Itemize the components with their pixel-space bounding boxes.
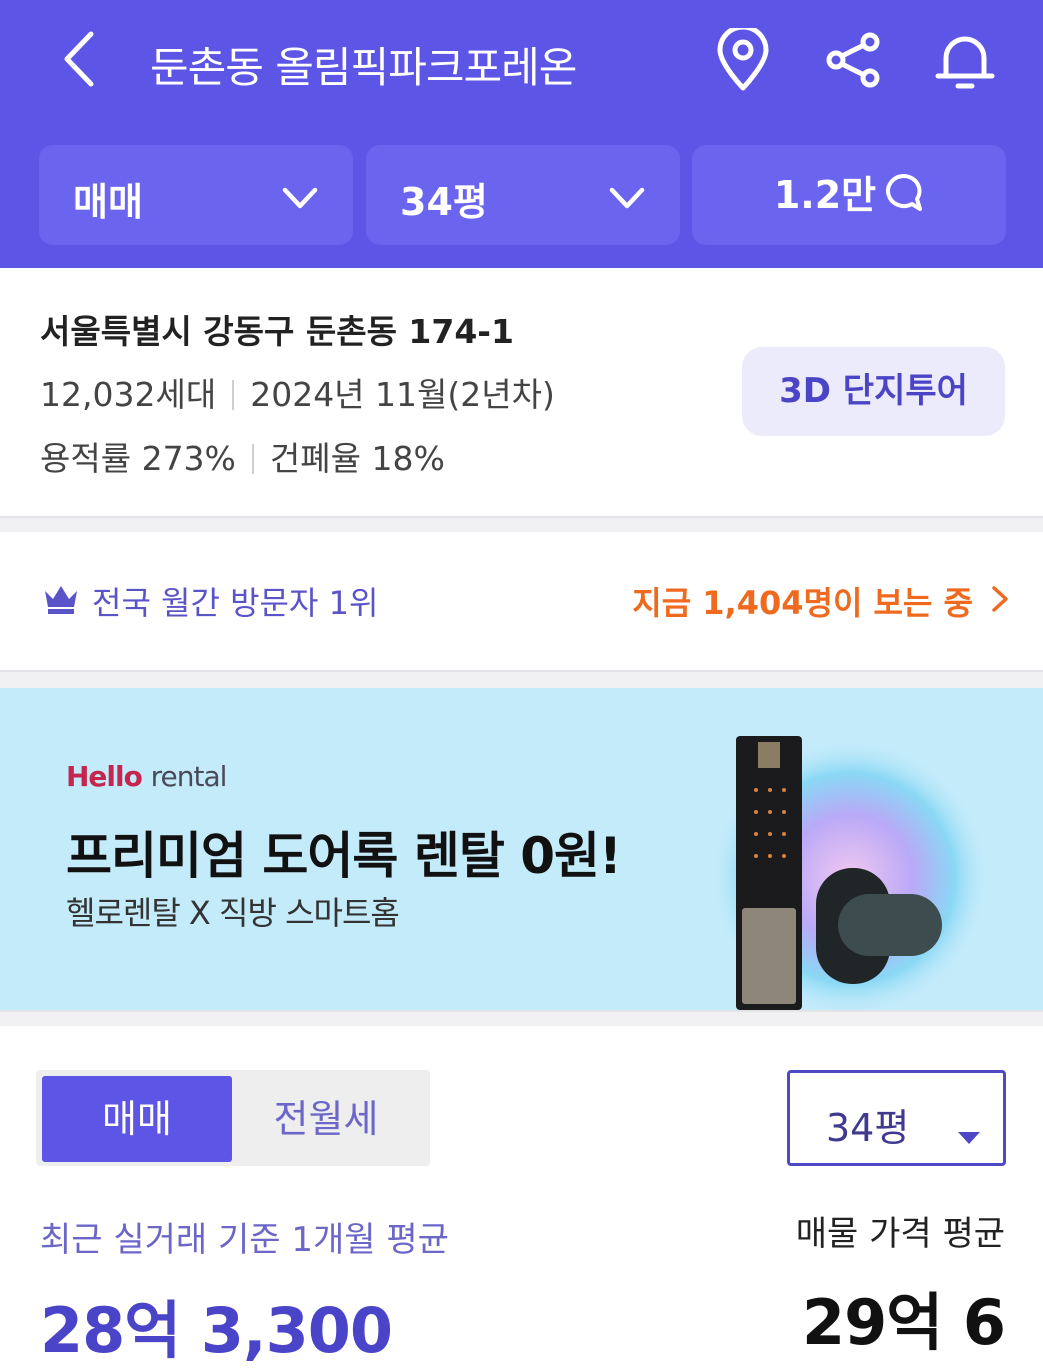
banner-headline: 프리미엄 도어록 렌탈 0원!	[66, 827, 622, 885]
comments-button[interactable]: 1.2만	[692, 145, 1006, 245]
size-dropdown[interactable]: 34평	[366, 145, 680, 245]
ad-banner[interactable]: Hello rental 프리미엄 도어록 렌탈 0원! 헬로렌탈 X 직방 스…	[0, 688, 1043, 1010]
building-coverage: 건폐율 18%	[269, 439, 445, 478]
household-count: 12,032세대	[40, 375, 217, 414]
crown-icon	[43, 583, 79, 615]
banner-subline: 헬로렌탈 X 직방 스마트홈	[66, 894, 400, 932]
listing-price-caption: 매물 가격 평균	[795, 1214, 1005, 1254]
app-header: 둔촌동 올림픽파크포레온 매매 34평 1.2만	[0, 0, 1043, 268]
complex-meta-row-2: 용적률 273% 건폐율 18%	[40, 432, 445, 480]
deal-type-label: 매매	[73, 180, 143, 224]
size-select[interactable]: 34평	[787, 1070, 1006, 1166]
triangle-down-icon	[956, 1111, 982, 1144]
recent-trade-price: 28억 3,300	[40, 1294, 393, 1367]
size-select-value: 34평	[826, 1106, 910, 1150]
recent-trade-caption: 최근 실거래 기준 1개월 평균	[40, 1220, 449, 1260]
completion-date: 2024년 11월(2년차)	[250, 375, 555, 414]
rank-row[interactable]: 전국 월간 방문자 1위 지금 1,404명이 보는 중	[0, 548, 1043, 658]
door-lock-image	[690, 728, 990, 1010]
bell-icon[interactable]	[934, 28, 996, 92]
separator	[232, 380, 235, 410]
section-divider	[0, 1010, 1043, 1026]
chat-bubble-icon	[884, 149, 924, 211]
3d-tour-button[interactable]: 3D 단지투어	[742, 347, 1005, 436]
section-divider	[0, 670, 1043, 688]
top-bar: 둔촌동 올림픽파크포레온	[0, 0, 1043, 130]
listing-price: 29억 6	[801, 1286, 1006, 1359]
tab-rent[interactable]: 전월세	[231, 1076, 421, 1162]
live-viewers[interactable]: 지금 1,404명이 보는 중	[632, 578, 973, 624]
comments-group: 1.2만	[692, 145, 1006, 245]
tab-sale[interactable]: 매매	[42, 1076, 232, 1162]
back-icon[interactable]	[55, 28, 105, 90]
comment-count: 1.2만	[773, 173, 877, 217]
page-title: 둔촌동 올림픽파크포레온	[150, 43, 577, 92]
floor-area-ratio: 용적률 273%	[40, 439, 236, 478]
complex-meta-row-1: 12,032세대 2024년 11월(2년차)	[40, 368, 555, 416]
complex-address: 서울특별시 강동구 둔촌동 174-1	[40, 312, 514, 351]
share-icon[interactable]	[822, 28, 884, 92]
chevron-right-icon[interactable]	[989, 584, 1011, 614]
size-label: 34평	[400, 180, 488, 224]
deal-tabs: 매매 전월세	[36, 1070, 430, 1166]
brand-logo: Hello rental	[66, 760, 227, 793]
deal-type-dropdown[interactable]: 매매	[39, 145, 353, 245]
chevron-down-icon	[608, 179, 646, 211]
chevron-down-icon	[281, 179, 319, 211]
section-divider	[0, 516, 1043, 532]
rank-label: 전국 월간 방문자 1위	[92, 584, 379, 622]
location-pin-icon[interactable]	[712, 24, 774, 92]
separator	[251, 444, 254, 474]
